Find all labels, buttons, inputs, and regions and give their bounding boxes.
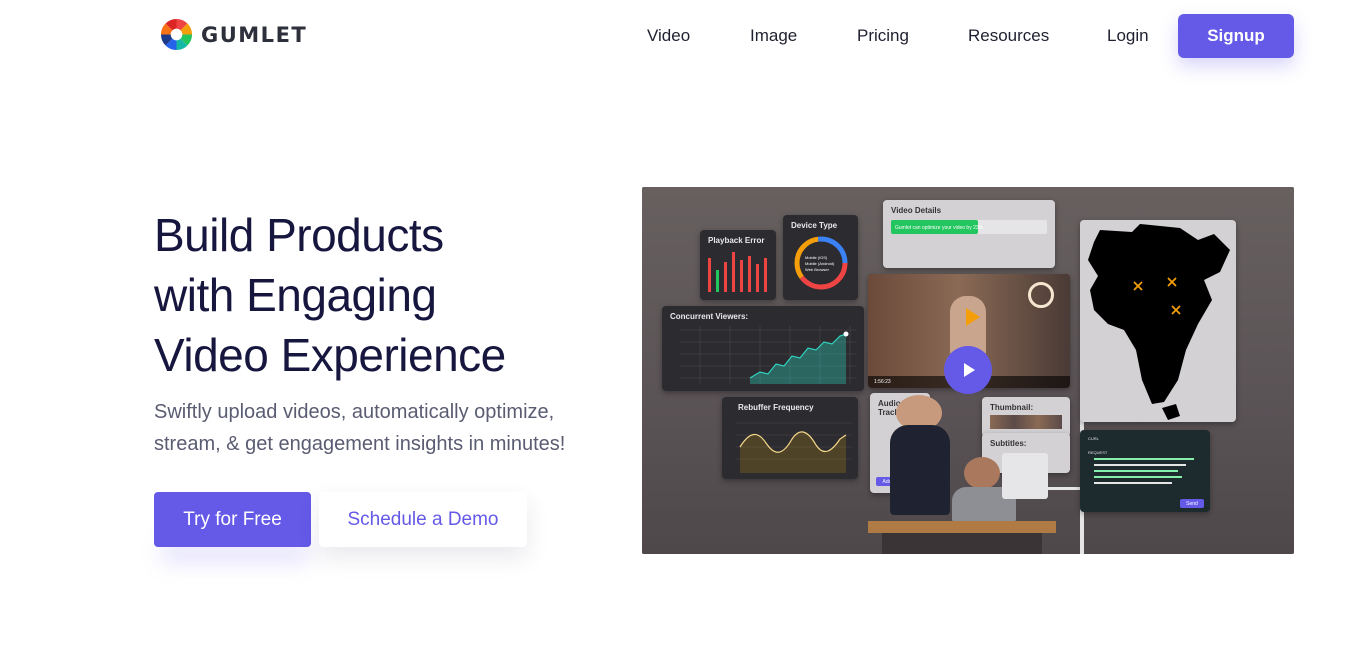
signup-button[interactable]: Signup xyxy=(1178,14,1294,58)
headline-line-1: Build Products xyxy=(154,209,444,261)
rebuffer-frequency-title: Rebuffer Frequency xyxy=(738,403,814,412)
thumbnail-strip xyxy=(990,415,1062,429)
device-type-title: Device Type xyxy=(791,221,838,230)
player-time: 1:56:23 xyxy=(874,379,891,385)
code-line xyxy=(1094,464,1186,466)
concurrent-viewers-chart xyxy=(680,326,856,384)
video-details-card: Video Details Gumlet can optimize your v… xyxy=(883,200,1055,268)
playback-error-chart xyxy=(708,252,767,292)
desk-top xyxy=(868,521,1056,533)
headline-highlight: Engaging xyxy=(246,265,451,325)
device-legend-android: Mobile (Android) xyxy=(805,261,835,266)
nav-link-resources[interactable]: Resources xyxy=(968,26,1049,46)
video-play-overlay-icon xyxy=(966,308,980,326)
playback-error-card: Playback Error xyxy=(700,230,776,300)
play-icon xyxy=(964,363,975,377)
shelf-board xyxy=(1044,487,1084,490)
video-details-title: Video Details xyxy=(891,206,942,215)
code-request-label: REQUEST xyxy=(1088,450,1108,455)
code-line xyxy=(1094,476,1182,478)
optimize-note: Gumlet can optimize your video by 23% xyxy=(895,225,984,231)
code-line xyxy=(1094,470,1178,472)
headline-line-3: Video Experience xyxy=(154,329,506,381)
concurrent-viewers-title: Concurrent Viewers: xyxy=(670,312,749,321)
api-code-card: CURL REQUEST Send xyxy=(1080,430,1210,512)
rebuffer-frequency-card: Rebuffer Frequency xyxy=(722,397,858,479)
subtitles-title: Subtitles: xyxy=(990,439,1027,448)
thumbnail-title: Thumbnail: xyxy=(990,403,1034,412)
schedule-demo-button[interactable]: Schedule a Demo xyxy=(319,492,527,547)
main-nav: Video Image Pricing Resources Login Sign… xyxy=(0,14,1357,58)
man-seated-head xyxy=(964,457,1000,489)
nav-link-login[interactable]: Login xyxy=(1107,26,1149,46)
desk-base xyxy=(882,533,1042,554)
code-label: CURL xyxy=(1088,436,1099,441)
headline-line-2-prefix: with xyxy=(154,269,247,321)
code-line xyxy=(1094,482,1172,484)
device-type-card: Device Type Mobile (iOS) Mobile (Android… xyxy=(783,215,858,300)
monitor xyxy=(1002,453,1048,499)
try-for-free-button[interactable]: Try for Free xyxy=(154,492,311,547)
hero-subhead: Swiftly upload videos, automatically opt… xyxy=(154,401,566,455)
playback-error-title: Playback Error xyxy=(708,236,765,245)
device-legend-web: Web Browser xyxy=(805,267,829,272)
ring-light xyxy=(1028,282,1054,308)
nav-link-video[interactable]: Video xyxy=(647,26,690,46)
concurrent-viewers-card: Concurrent Viewers: xyxy=(662,306,864,391)
code-send-button[interactable]: Send xyxy=(1180,499,1204,508)
hero-headline: Build Products with Engaging Video Exper… xyxy=(154,205,506,385)
headline-line-2: with Engaging xyxy=(154,265,506,325)
nav-link-image[interactable]: Image xyxy=(750,26,797,46)
man-standing-body xyxy=(890,425,950,515)
rebuffer-chart xyxy=(736,422,852,473)
hero-video-visual[interactable]: Playback Error Device Type Mobile (iOS) … xyxy=(642,187,1294,554)
thumbnail-card: Thumbnail: xyxy=(982,397,1070,437)
map-card xyxy=(1080,220,1236,422)
world-map xyxy=(1088,224,1230,420)
code-line xyxy=(1094,458,1194,460)
nav-link-pricing[interactable]: Pricing xyxy=(857,26,909,46)
play-button[interactable] xyxy=(944,346,992,394)
device-legend-ios: Mobile (iOS) xyxy=(805,255,828,260)
